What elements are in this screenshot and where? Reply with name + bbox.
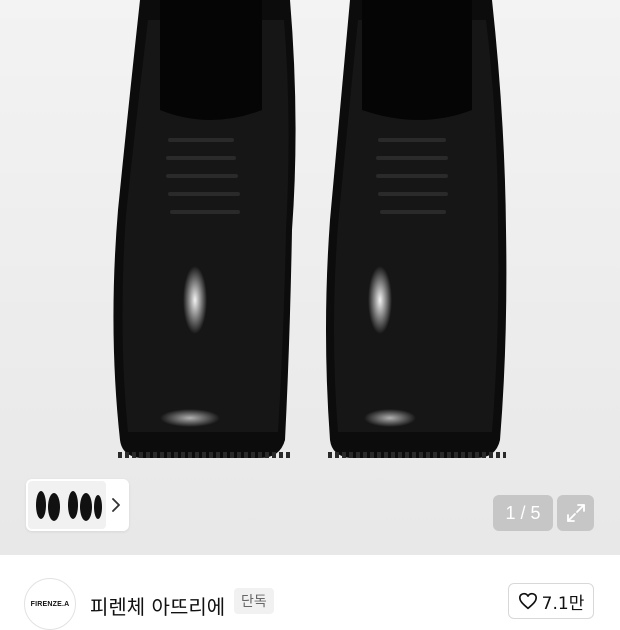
thumbnail-strip[interactable]	[26, 479, 129, 531]
heart-outline-icon	[518, 592, 537, 610]
left-shoe	[113, 0, 296, 458]
image-counter-separator: /	[520, 502, 526, 523]
expand-arrows-icon	[566, 504, 585, 522]
product-main-image[interactable]	[0, 0, 620, 555]
expand-image-button[interactable]	[557, 495, 594, 531]
thumbnail-image[interactable]	[28, 481, 106, 529]
brand-logo[interactable]: FIRENZE.A	[24, 578, 76, 630]
image-counter-total: 5	[530, 502, 541, 523]
chevron-right-icon[interactable]	[109, 493, 123, 517]
brand-bar: FIRENZE.A 피렌체 아뜨리에 단독 7.1만	[0, 555, 620, 630]
like-button[interactable]: 7.1만	[508, 583, 594, 619]
image-counter: 1 / 5	[493, 495, 553, 531]
product-image-gallery[interactable]: 1 / 5	[0, 0, 620, 555]
right-shoe	[326, 0, 507, 458]
exclusive-badge: 단독	[234, 588, 274, 614]
like-count: 7.1만	[541, 593, 585, 614]
image-counter-current: 1	[505, 502, 516, 523]
brand-logo-text: FIRENZE.A	[30, 600, 70, 608]
brand-name-link[interactable]: 피렌체 아뜨리에	[90, 591, 225, 620]
